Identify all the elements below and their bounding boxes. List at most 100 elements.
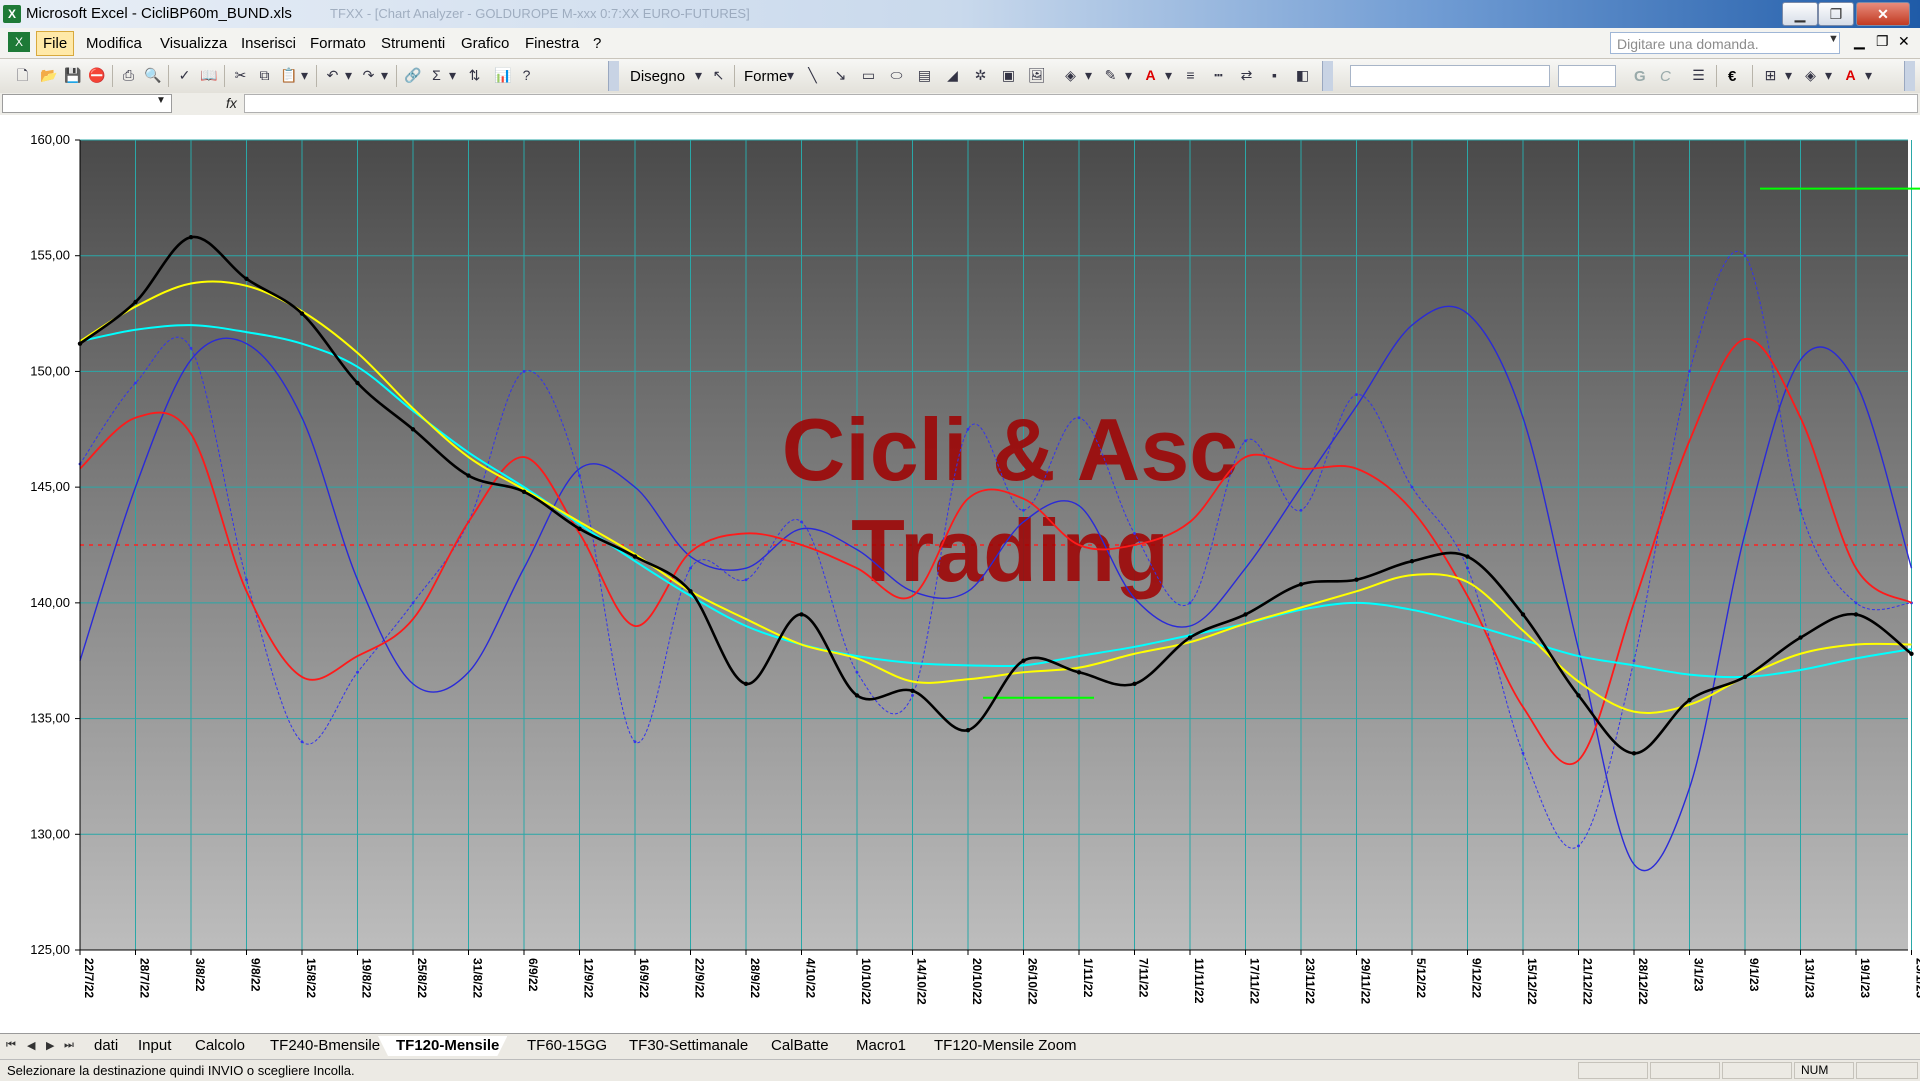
sheet-tab-calbatte[interactable]: CalBatte <box>753 1036 837 1056</box>
menu-inserisci[interactable]: Inserisci <box>241 35 296 52</box>
highlight-fill-dropdown-icon[interactable]: ▾ <box>1820 67 1837 84</box>
toolbar-grip[interactable] <box>1322 61 1333 91</box>
workbook-icon[interactable]: X <box>8 32 30 52</box>
undo-dropdown-icon[interactable]: ▾ <box>340 67 357 84</box>
arrow-style-icon[interactable]: ⇄ <box>1238 67 1255 84</box>
help-dropdown-arrow-icon[interactable]: ▼ <box>1828 33 1839 45</box>
wordart-icon[interactable]: ◢ <box>944 67 961 84</box>
last-sheet-icon[interactable]: ⏭ <box>64 1039 74 1052</box>
text-color-dropdown-icon[interactable]: ▾ <box>1860 67 1877 84</box>
new-document-icon[interactable]: 🗋 <box>14 67 31 84</box>
borders-icon[interactable]: ⊞ <box>1762 67 1779 84</box>
clipart-icon[interactable]: ▣ <box>1000 67 1017 84</box>
toolbar-grip[interactable] <box>1904 61 1915 91</box>
cut-icon[interactable]: ✂ <box>232 67 249 84</box>
line-color-dropdown-icon[interactable]: ▾ <box>1120 67 1137 84</box>
restore-button[interactable]: ❐ <box>1818 2 1854 26</box>
close-button[interactable]: ✕ <box>1856 2 1910 26</box>
textbox-icon[interactable]: ▤ <box>916 67 933 84</box>
highlight-fill-icon[interactable]: ◈ <box>1802 67 1819 84</box>
name-box[interactable] <box>2 94 172 113</box>
insert-function-icon[interactable]: fx <box>226 95 237 111</box>
toolbar-grip[interactable] <box>608 61 619 91</box>
minimize-button[interactable]: ▁ <box>1782 2 1818 26</box>
undo-icon[interactable]: ↶ <box>324 67 341 84</box>
italic-button[interactable]: C <box>1660 68 1671 85</box>
workbook-close-button[interactable]: ✕ <box>1898 33 1910 50</box>
font-color-dropdown-icon[interactable]: ▾ <box>1160 67 1177 84</box>
menu-file[interactable]: File <box>36 31 74 56</box>
sheet-tab-calcolo[interactable]: Calcolo <box>177 1036 253 1056</box>
fill-color-icon[interactable]: ◈ <box>1062 67 1079 84</box>
disegno-dropdown-icon[interactable]: ▾ <box>690 67 707 84</box>
next-sheet-icon[interactable]: ▶ <box>46 1039 54 1052</box>
menu-modifica[interactable]: Modifica <box>86 35 142 52</box>
font-size-dropdown[interactable] <box>1558 65 1616 87</box>
shadow-icon[interactable]: ▪ <box>1266 67 1283 84</box>
name-box-dropdown-icon[interactable]: ▼ <box>156 95 166 106</box>
excel-app-icon[interactable]: X <box>3 5 21 23</box>
rectangle-icon[interactable]: ▭ <box>860 67 877 84</box>
prev-sheet-icon[interactable]: ◀ <box>27 1039 35 1052</box>
diagram-icon[interactable]: ✲ <box>972 67 989 84</box>
sheet-tab-tf120-mensile-zoom[interactable]: TF120-Mensile Zoom <box>916 1036 1085 1056</box>
research-icon[interactable]: 📖 <box>200 67 217 84</box>
menu-grafico[interactable]: Grafico <box>461 35 509 52</box>
redo-dropdown-icon[interactable]: ▾ <box>376 67 393 84</box>
menu-strumenti[interactable]: Strumenti <box>381 35 445 52</box>
line-icon[interactable]: ╲ <box>804 67 821 84</box>
euro-currency-button[interactable]: € <box>1728 68 1736 85</box>
bold-button[interactable]: G <box>1634 68 1646 85</box>
sort-icon[interactable]: ⇅ <box>466 67 483 84</box>
redo-icon[interactable]: ↷ <box>360 67 377 84</box>
copy-icon[interactable]: ⧉ <box>256 67 273 84</box>
sheet-tab-tf60-15gg[interactable]: TF60-15GG <box>509 1036 615 1056</box>
forme-menu[interactable]: Forme <box>744 68 787 85</box>
sheet-tab-tf240-bmensile[interactable]: TF240-Bmensile <box>252 1036 388 1056</box>
chart-wizard-icon[interactable]: 📊 <box>494 67 511 84</box>
workbook-restore-button[interactable]: ❐ <box>1876 33 1889 50</box>
print-icon[interactable]: ⎙ <box>120 67 137 84</box>
autosum-dropdown-icon[interactable]: ▾ <box>444 67 461 84</box>
sheet-tab-tf30-settimanale[interactable]: TF30-Settimanale <box>611 1036 756 1056</box>
menu-visualizza[interactable]: Visualizza <box>160 35 227 52</box>
help-icon[interactable]: ? <box>518 67 535 84</box>
disegno-menu[interactable]: Disegno <box>630 68 685 85</box>
chart-sheet[interactable]: 160,00155,00150,00145,00140,00135,00130,… <box>0 115 1920 1033</box>
font-color-icon[interactable]: A <box>1142 67 1159 84</box>
line-style-icon[interactable]: ≡ <box>1182 67 1199 84</box>
formula-input[interactable] <box>244 94 1918 113</box>
3d-icon[interactable]: ◧ <box>1294 67 1311 84</box>
font-name-dropdown[interactable] <box>1350 65 1550 87</box>
hyperlink-icon[interactable]: 🔗 <box>404 67 421 84</box>
sheet-tab-tf120-mensile[interactable]: TF120-Mensile <box>378 1036 507 1056</box>
autosum-icon[interactable]: Σ <box>428 67 445 84</box>
menu-finestra[interactable]: Finestra <box>525 35 579 52</box>
save-icon[interactable]: 💾 <box>64 67 81 84</box>
text-color-icon[interactable]: A <box>1842 67 1859 84</box>
arrow-icon[interactable]: ↘ <box>832 67 849 84</box>
first-sheet-icon[interactable]: ⏮ <box>6 1039 16 1052</box>
paste-icon[interactable]: 📋 <box>280 67 297 84</box>
sheet-tab-input[interactable]: Input <box>120 1036 179 1056</box>
help-question-input[interactable]: Digitare una domanda. <box>1610 32 1840 54</box>
permission-icon[interactable]: ⛔ <box>88 67 105 84</box>
menu-help[interactable]: ? <box>593 35 601 52</box>
oval-icon[interactable]: ⬭ <box>888 67 905 84</box>
workbook-minimize-button[interactable]: ▁ <box>1854 33 1865 50</box>
open-folder-icon[interactable]: 📂 <box>40 67 57 84</box>
borders-dropdown-icon[interactable]: ▾ <box>1780 67 1797 84</box>
select-objects-icon[interactable]: ↖ <box>710 67 727 84</box>
menu-formato[interactable]: Formato <box>310 35 366 52</box>
forme-dropdown-icon[interactable]: ▾ <box>782 67 799 84</box>
fill-color-dropdown-icon[interactable]: ▾ <box>1080 67 1097 84</box>
dash-style-icon[interactable]: ┅ <box>1210 67 1227 84</box>
paste-dropdown-icon[interactable]: ▾ <box>296 67 313 84</box>
sheet-tab-macro1[interactable]: Macro1 <box>838 1036 914 1056</box>
line-color-icon[interactable]: ✎ <box>1102 67 1119 84</box>
spelling-icon[interactable]: ✓ <box>176 67 193 84</box>
picture-icon[interactable]: 🖼 <box>1028 67 1045 84</box>
align-icon[interactable]: ☰ <box>1690 67 1707 84</box>
print-preview-icon[interactable]: 🔍 <box>144 67 161 84</box>
sheet-tab-dati[interactable]: dati <box>76 1036 126 1056</box>
